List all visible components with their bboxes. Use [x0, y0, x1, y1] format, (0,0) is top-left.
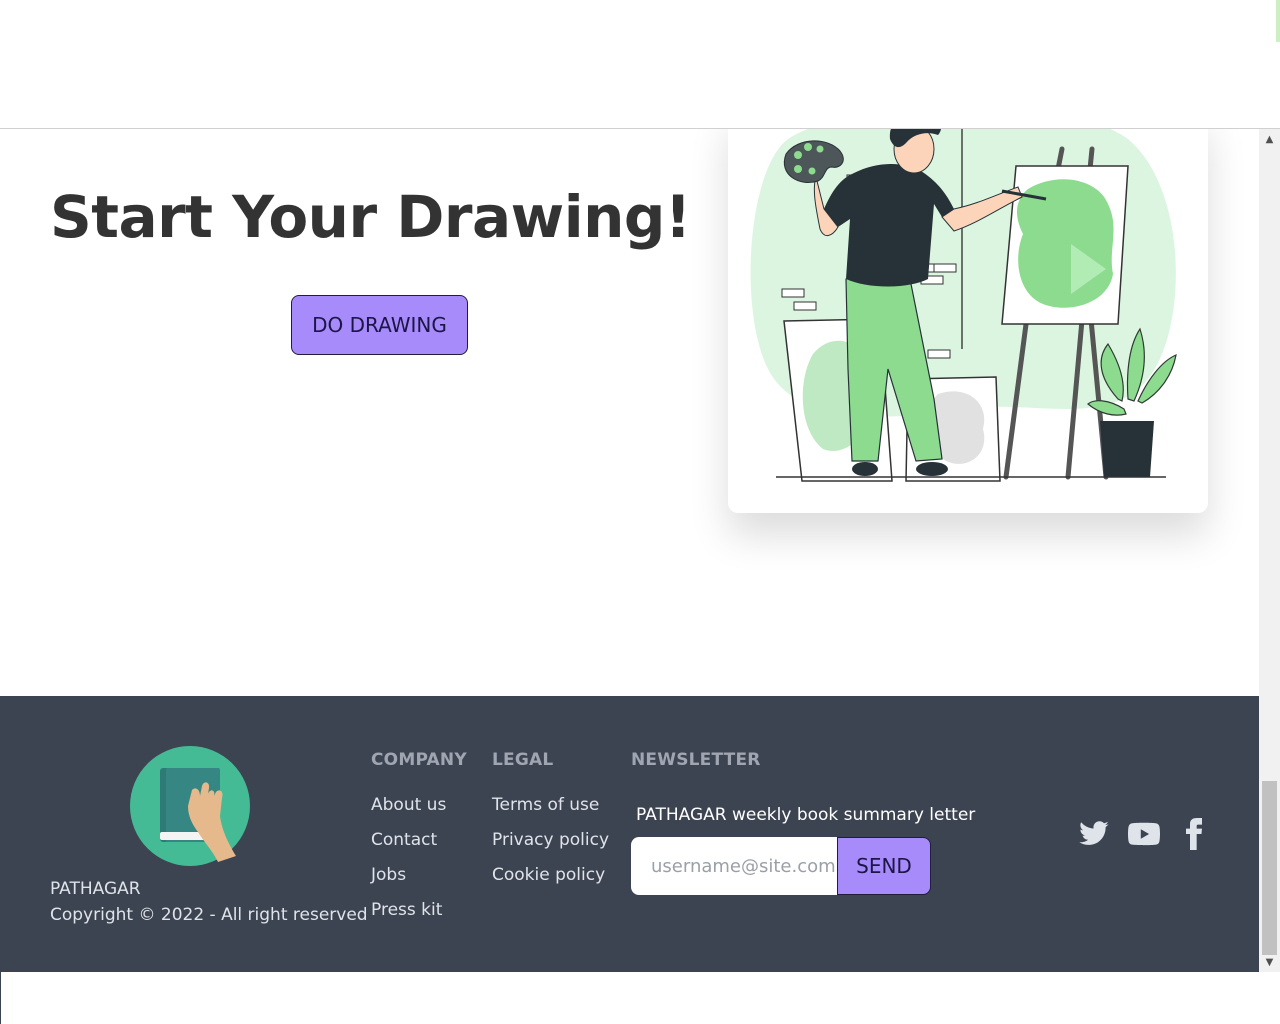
terms-of-use-link[interactable]: Terms of use [492, 795, 599, 815]
hero-illustration-card [728, 129, 1208, 513]
youtube-icon[interactable] [1128, 818, 1160, 850]
privacy-policy-link[interactable]: Privacy policy [492, 830, 609, 850]
contact-link[interactable]: Contact [371, 830, 437, 850]
footer: PATHAGAR Copyright © 2022 - All right re… [0, 696, 1259, 972]
twitter-icon[interactable] [1078, 818, 1110, 850]
do-drawing-button[interactable]: DO DRAWING [291, 295, 468, 355]
cookie-policy-link[interactable]: Cookie policy [492, 865, 605, 885]
newsletter-email-input[interactable] [631, 837, 838, 895]
artist-painting-illustration [750, 129, 1177, 482]
book-hand-logo-icon [130, 746, 250, 866]
newsletter-label: PATHAGAR weekly book summary letter [636, 805, 976, 825]
newsletter-heading: NEWSLETTER [631, 750, 761, 770]
legal-heading: LEGAL [492, 750, 554, 770]
footer-copyright: Copyright © 2022 - All right reserved [50, 905, 368, 925]
press-kit-link[interactable]: Press kit [371, 900, 442, 920]
scroll-down-arrow-icon[interactable]: ▼ [1259, 954, 1280, 972]
jobs-link[interactable]: Jobs [371, 865, 406, 885]
hero-title: Start Your Drawing! [50, 183, 691, 251]
scrollbar[interactable]: ▲ ▼ [1259, 129, 1280, 972]
scroll-up-arrow-icon[interactable]: ▲ [1259, 131, 1280, 149]
facebook-icon[interactable] [1178, 818, 1210, 850]
bottom-strip [0, 972, 1280, 1024]
scroll-thumb[interactable] [1262, 781, 1277, 955]
about-us-link[interactable]: About us [371, 795, 446, 815]
top-accent [1276, 0, 1280, 42]
footer-brand-name: PATHAGAR [50, 879, 141, 899]
hero-section: Start Your Drawing! DO DRAWING [0, 129, 1259, 696]
newsletter-send-button[interactable]: SEND [837, 837, 931, 895]
top-bar [0, 0, 1280, 129]
company-heading: COMPANY [371, 750, 467, 770]
